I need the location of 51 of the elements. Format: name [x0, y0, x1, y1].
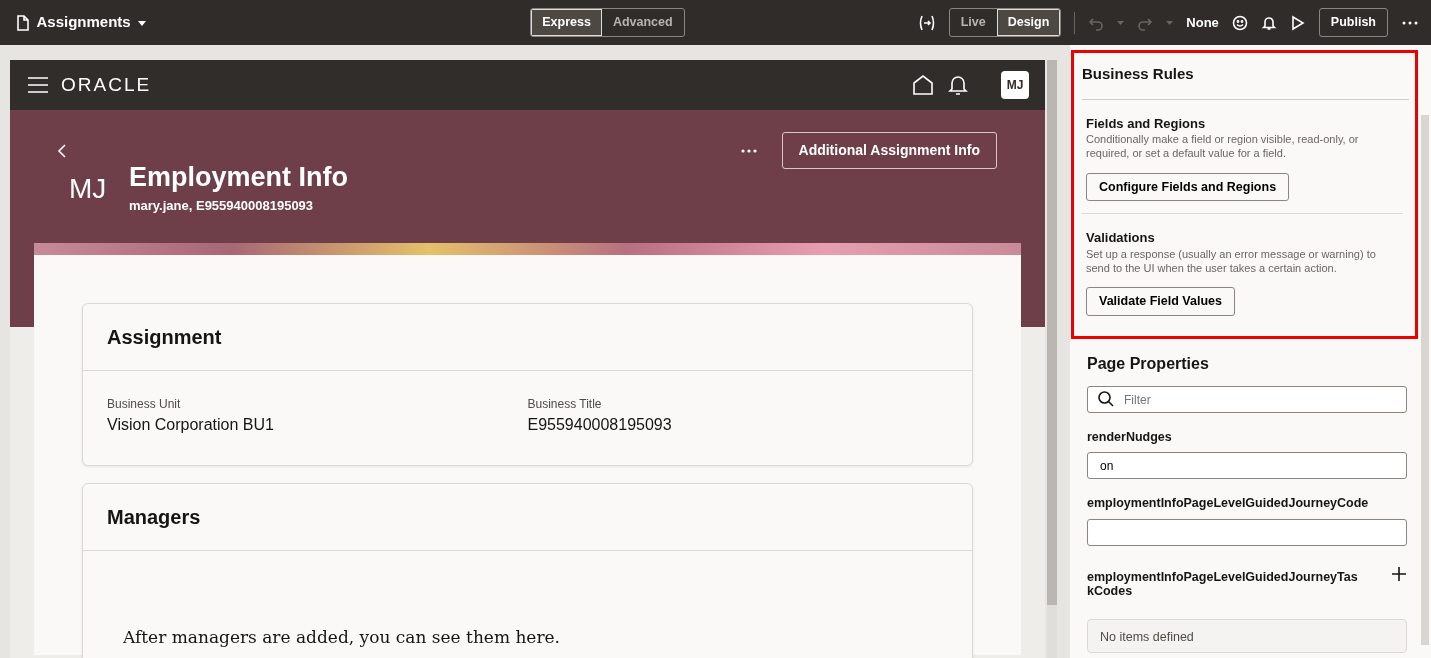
empty-list: No items defined: [1087, 618, 1407, 653]
variables-icon[interactable]: [917, 13, 936, 32]
view-tab[interactable]: Live: [949, 9, 997, 36]
panel-title: Business Rules: [1082, 65, 1194, 82]
smiley-icon[interactable]: [1231, 14, 1248, 31]
view-tab[interactable]: Design: [996, 9, 1061, 36]
section-description: Conditionally make a field or region visible, read-only, or required, or set a default value for a field.: [1086, 133, 1360, 161]
bell-icon[interactable]: [946, 74, 969, 96]
add-icon[interactable]: [1391, 565, 1407, 582]
home-icon[interactable]: [911, 74, 934, 96]
section-title: Fields and Regions: [1086, 114, 1207, 133]
rule-button[interactable]: Configure Fields and Regions: [1086, 172, 1290, 202]
menu-icon[interactable]: [28, 75, 48, 95]
filter-field[interactable]: Filter: [1087, 386, 1407, 413]
section-description: Set up a response (usually an error message or warning) to send to the UI when the user takes a certain action.: [1086, 247, 1377, 276]
field-value: E955940008195093: [527, 415, 673, 435]
scrollbar-track[interactable]: [1421, 115, 1429, 645]
property-field[interactable]: on: [1087, 452, 1407, 480]
publish-button[interactable]: Publish: [1318, 8, 1388, 37]
user-avatar[interactable]: MJ: [1001, 71, 1029, 99]
card-title: Assignment: [107, 326, 222, 348]
page-title: Employment Info: [129, 163, 348, 193]
property-field[interactable]: [1087, 518, 1407, 546]
page-subtitle: mary.jane, E955940008195093: [129, 196, 315, 215]
card-title: Managers: [107, 506, 201, 528]
page-icon: [16, 14, 30, 31]
field-value: Vision Corporation BU1: [107, 415, 275, 435]
property-label: renderNudges: [1087, 430, 1172, 445]
section-title: Page Properties: [1086, 354, 1210, 374]
field-label: Business Title: [527, 396, 603, 413]
bell-icon[interactable]: [1260, 14, 1277, 31]
page-title-dropdown[interactable]: Assignments: [36, 11, 148, 34]
avatar-initials: MJ: [68, 172, 108, 207]
empty-message: After managers are added, you can see them here.: [123, 627, 561, 647]
play-icon[interactable]: [1289, 14, 1306, 31]
caret-icon: [137, 18, 148, 27]
search-icon: [1098, 391, 1114, 407]
back-icon[interactable]: [56, 142, 68, 159]
caret-icon[interactable]: [1117, 20, 1125, 25]
mode-tab[interactable]: Advanced: [601, 9, 684, 36]
rule-button[interactable]: Validate Field Values: [1086, 287, 1235, 316]
property-label: employmentInfoPageLevelGuidedJourneyTas kCodes: [1087, 569, 1358, 599]
additional-info-button[interactable]: Additional Assignment Info: [781, 132, 997, 169]
scrollbar-thumb[interactable]: [1047, 60, 1057, 605]
section-title: Validations: [1086, 229, 1156, 248]
caret-icon[interactable]: [1166, 20, 1174, 25]
property-label: employmentInfoPageLevelGuidedJourneyCode: [1087, 496, 1369, 511]
mode-tab[interactable]: Express: [531, 9, 602, 36]
field-label: Business Unit: [107, 396, 182, 413]
brand-logo: ORACLE: [61, 72, 152, 97]
audience-label[interactable]: None: [1186, 12, 1219, 33]
